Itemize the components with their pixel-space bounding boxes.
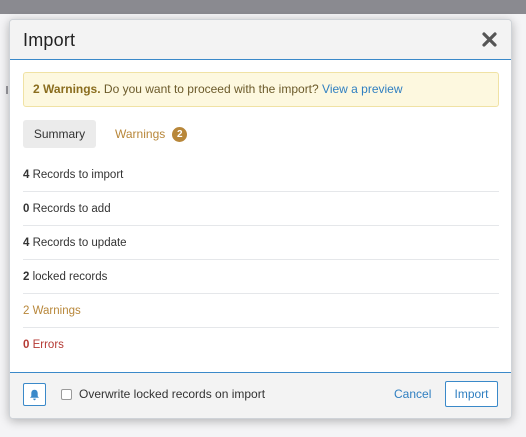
import-dialog: Import 2 Warnings. Do you want to procee… [9, 19, 512, 419]
list-item: 2 locked records [23, 260, 499, 294]
list-item-warnings: 2 Warnings [23, 294, 499, 328]
tab-warnings-label: Warnings [115, 127, 166, 141]
warnings-count-badge: 2 [172, 126, 188, 142]
list-item: 0 Records to add [23, 192, 499, 226]
tab-summary[interactable]: Summary [23, 120, 96, 148]
import-button[interactable]: Import [445, 381, 498, 407]
background-edge [6, 86, 8, 94]
list-item-label: locked records [29, 271, 108, 283]
overwrite-locked-checkbox[interactable] [61, 389, 72, 400]
dialog-title: Import [23, 30, 76, 50]
list-item-errors: 0 Errors [23, 328, 499, 362]
cancel-button[interactable]: Cancel [394, 387, 431, 401]
list-item: 4 Records to import [23, 158, 499, 192]
dialog-footer: Overwrite locked records on import Cance… [10, 372, 511, 418]
dialog-header: Import [10, 20, 511, 60]
bell-icon [30, 389, 39, 400]
list-item: 4 Records to update [23, 226, 499, 260]
summary-list: 4 Records to import 0 Records to add 4 R… [23, 158, 499, 362]
list-item-label: Records to add [29, 203, 111, 215]
alert-message: Do you want to proceed with the import? [100, 82, 323, 96]
notifications-button[interactable] [23, 383, 46, 406]
list-item-label: Records to import [29, 169, 124, 181]
overwrite-locked-label[interactable]: Overwrite locked records on import [79, 387, 265, 401]
list-item-label: Records to update [29, 237, 127, 249]
list-item-label: Warnings [29, 305, 81, 317]
list-item-label: Errors [29, 339, 64, 351]
warning-alert: 2 Warnings. Do you want to proceed with … [23, 72, 499, 107]
alert-strong-text: 2 Warnings. [33, 82, 101, 96]
close-button[interactable] [479, 29, 499, 49]
tab-warnings[interactable]: Warnings 2 [106, 120, 188, 148]
background-window-bar [0, 0, 526, 14]
view-preview-link[interactable]: View a preview [322, 82, 402, 96]
close-icon [481, 31, 497, 47]
